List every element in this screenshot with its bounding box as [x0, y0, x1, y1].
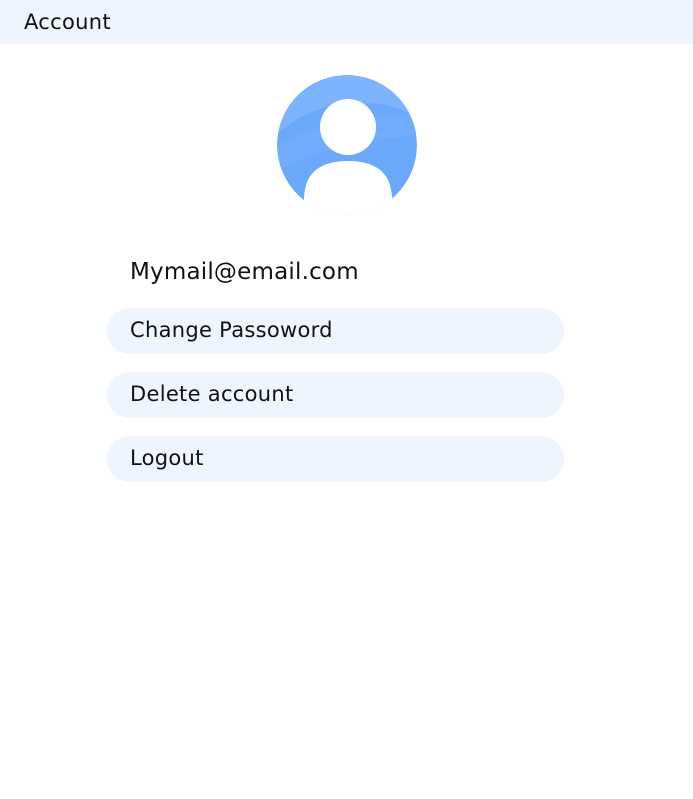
user-avatar-icon — [277, 75, 417, 215]
app-header: Account — [0, 0, 693, 44]
avatar — [277, 75, 417, 215]
delete-account-label: Delete account — [130, 382, 294, 406]
logout-button[interactable]: Logout — [107, 436, 564, 482]
page-title: Account — [24, 10, 111, 34]
logout-label: Logout — [130, 446, 204, 470]
delete-account-button[interactable]: Delete account — [107, 372, 564, 418]
change-password-button[interactable]: Change Passoword — [107, 308, 564, 354]
account-email: Mymail@email.com — [130, 259, 359, 285]
change-password-label: Change Passoword — [130, 318, 333, 342]
